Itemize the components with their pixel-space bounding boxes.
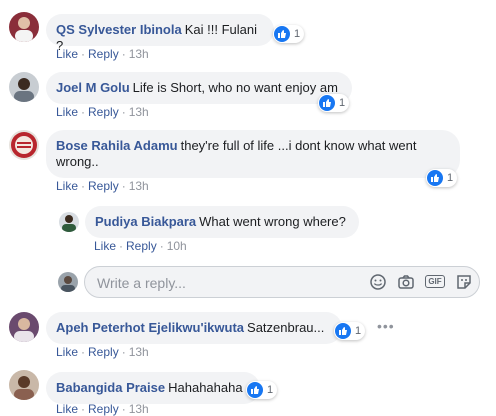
sticker-icon[interactable] xyxy=(455,273,473,291)
avatar[interactable] xyxy=(9,130,39,160)
comment: QS Sylvester Ibinola Kai !!! Fulani ? 1 L… xyxy=(0,0,496,70)
avatar[interactable] xyxy=(9,312,39,342)
reaction-number: 1 xyxy=(355,325,362,337)
separator: · xyxy=(119,239,124,253)
reaction-number: 1 xyxy=(267,384,274,396)
like-link[interactable]: Like xyxy=(56,402,78,416)
comment-actions: Like · Reply · 13h xyxy=(56,105,149,119)
separator: · xyxy=(159,239,164,253)
separator: · xyxy=(121,345,126,359)
separator: · xyxy=(81,402,86,416)
emoji-icon[interactable] xyxy=(369,273,387,291)
like-link[interactable]: Like xyxy=(56,179,78,193)
separator: · xyxy=(121,179,126,193)
more-icon[interactable]: ••• xyxy=(377,318,395,334)
reaction-count[interactable]: 1 xyxy=(426,169,458,187)
like-reaction-icon xyxy=(319,95,335,111)
like-link[interactable]: Like xyxy=(56,47,78,61)
reaction-count[interactable]: 1 xyxy=(273,25,305,43)
comment-bubble: Apeh Peterhot Ejelikwu'ikwuta Satzenbrau.… xyxy=(46,312,342,344)
like-link[interactable]: Like xyxy=(94,239,116,253)
reply-link[interactable]: Reply xyxy=(126,239,157,253)
reply-link[interactable]: Reply xyxy=(88,47,119,61)
comment-actions: Like · Reply · 13h xyxy=(56,47,149,61)
timestamp[interactable]: 13h xyxy=(129,105,149,119)
comment-bubble: Bose Rahila Adamu they're full of life ..… xyxy=(46,130,460,178)
timestamp[interactable]: 13h xyxy=(129,47,149,61)
reaction-count[interactable]: 1 xyxy=(318,94,350,112)
camera-icon[interactable] xyxy=(397,273,415,291)
reply-link[interactable]: Reply xyxy=(88,179,119,193)
comment-author[interactable]: Apeh Peterhot Ejelikwu'ikwuta xyxy=(56,320,244,335)
comment: Babangida Praise Hahahahaha 1 Like · Reply ·… xyxy=(0,0,496,416)
avatar[interactable] xyxy=(9,72,39,102)
timestamp[interactable]: 13h xyxy=(129,179,149,193)
timestamp[interactable]: 10h xyxy=(167,239,187,253)
timestamp[interactable]: 13h xyxy=(129,402,149,416)
reply-composer: GIF xyxy=(84,266,480,298)
separator: · xyxy=(121,402,126,416)
comment-bubble: Joel M Golu Life is Short, who no want en… xyxy=(46,72,352,104)
like-link[interactable]: Like xyxy=(56,105,78,119)
reply-link[interactable]: Reply xyxy=(88,402,119,416)
reply-link[interactable]: Reply xyxy=(88,345,119,359)
like-reaction-icon xyxy=(427,170,443,186)
comment-author[interactable]: Joel M Golu xyxy=(56,80,130,95)
separator: · xyxy=(121,47,126,61)
comment-text: Life is Short, who no want enjoy am xyxy=(132,80,338,95)
like-reaction-icon xyxy=(247,382,263,398)
avatar[interactable] xyxy=(59,212,79,232)
gif-icon[interactable]: GIF xyxy=(425,273,445,291)
reply-link[interactable]: Reply xyxy=(88,105,119,119)
comment-bubble: Pudiya Biakpara What went wrong where? xyxy=(85,206,359,238)
comment-actions: Like · Reply · 13h xyxy=(56,179,149,193)
comment-bubble: Babangida Praise Hahahahaha xyxy=(46,372,260,404)
separator: · xyxy=(81,105,86,119)
comment-author[interactable]: Pudiya Biakpara xyxy=(95,214,196,229)
comment-bubble: QS Sylvester Ibinola Kai !!! Fulani ? xyxy=(46,14,274,53)
gif-label: GIF xyxy=(425,275,445,288)
reaction-number: 1 xyxy=(294,28,301,40)
separator: · xyxy=(81,345,86,359)
comment-author[interactable]: Babangida Praise xyxy=(56,380,165,395)
separator: · xyxy=(81,47,86,61)
avatar[interactable] xyxy=(9,12,39,42)
current-user-avatar[interactable] xyxy=(58,272,78,292)
comment-author[interactable]: Bose Rahila Adamu xyxy=(56,138,178,153)
like-link[interactable]: Like xyxy=(56,345,78,359)
comment-text: What went wrong where? xyxy=(199,214,346,229)
timestamp[interactable]: 13h xyxy=(129,345,149,359)
comment-text: Satzenbrau... xyxy=(247,320,325,335)
like-reaction-icon xyxy=(335,323,351,339)
reply-input[interactable] xyxy=(95,273,359,293)
reaction-count[interactable]: 1 xyxy=(246,381,278,399)
reaction-count[interactable]: 1 xyxy=(334,322,366,340)
comment-actions: Like · Reply · 13h xyxy=(56,402,149,416)
separator: · xyxy=(81,179,86,193)
comment-actions: Like · Reply · 10h xyxy=(94,239,187,253)
reaction-number: 1 xyxy=(339,97,346,109)
reaction-number: 1 xyxy=(447,172,454,184)
separator: · xyxy=(121,105,126,119)
comment-actions: Like · Reply · 13h xyxy=(56,345,149,359)
comment-text: Hahahahaha xyxy=(168,380,243,395)
like-reaction-icon xyxy=(274,26,290,42)
avatar[interactable] xyxy=(9,370,39,400)
comment-author[interactable]: QS Sylvester Ibinola xyxy=(56,22,182,37)
